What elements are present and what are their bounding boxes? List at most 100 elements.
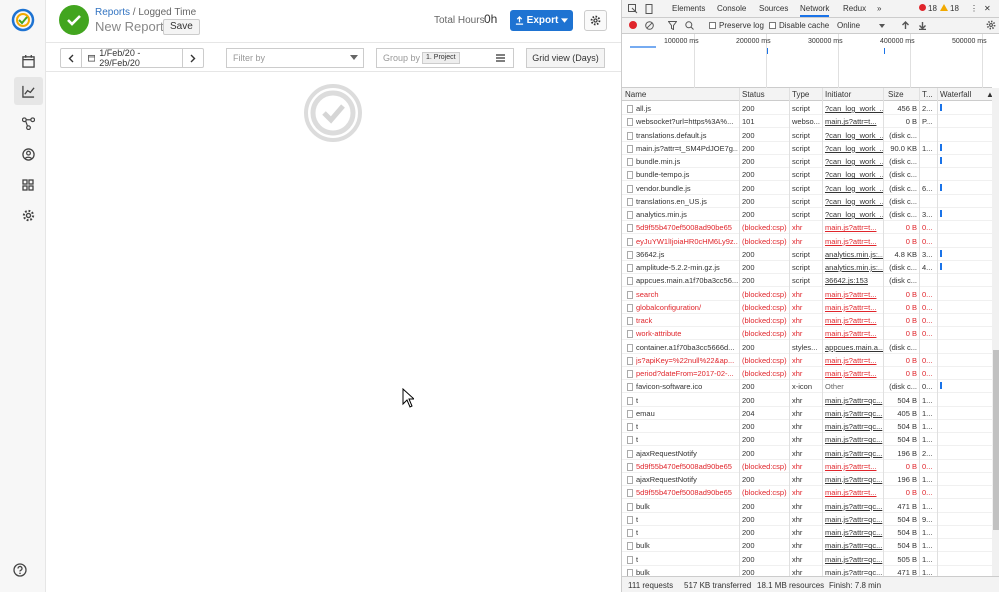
cell-initiator[interactable]: main.js?attr=t... [825, 117, 883, 126]
sidebar-item-people[interactable] [13, 140, 43, 168]
scrollbar-thumb[interactable] [993, 350, 999, 530]
column-waterfall[interactable]: Waterfall [940, 90, 971, 99]
column-name[interactable]: Name [625, 90, 646, 99]
cell-initiator[interactable]: ?can_log_work_... [825, 157, 883, 166]
devtools-menu-button[interactable]: ⋮ [970, 4, 978, 13]
app-logo-icon[interactable] [11, 8, 35, 32]
cell-name: container.a1f70ba3cc5666d... [636, 342, 735, 352]
tab-network[interactable]: Network [800, 4, 830, 17]
date-range-field[interactable]: 1/Feb/20 - 29/Feb/20 [81, 48, 183, 68]
error-count[interactable]: 18 [928, 4, 937, 13]
tab-redux[interactable]: Redux [843, 4, 866, 13]
record-icon[interactable] [629, 21, 637, 29]
filter-icon[interactable] [668, 21, 677, 30]
cell-initiator[interactable]: main.js?attr=qc... [825, 435, 883, 444]
cell-initiator[interactable]: main.js?attr=qc... [825, 409, 883, 418]
cell-initiator[interactable]: ?can_log_work_... [825, 210, 883, 219]
group-by-select[interactable]: Group by 1. Project [376, 48, 514, 68]
warning-count[interactable]: 18 [950, 4, 959, 13]
cell-initiator[interactable]: main.js?attr=t... [825, 329, 883, 338]
tab-sources[interactable]: Sources [759, 4, 788, 13]
throttling-select[interactable]: Online [837, 21, 860, 30]
export-har-icon[interactable] [918, 21, 927, 30]
column-status[interactable]: Status [742, 90, 765, 99]
sidebar-item-apps[interactable] [13, 171, 43, 199]
preserve-log-checkbox[interactable] [709, 22, 716, 29]
clear-icon[interactable] [645, 21, 654, 30]
disable-cache-checkbox[interactable] [769, 22, 776, 29]
cell-type: xhr [792, 329, 803, 339]
save-button[interactable]: Save [163, 19, 200, 35]
column-type[interactable]: Type [792, 90, 809, 99]
cell-initiator[interactable]: main.js?attr=t... [825, 316, 883, 325]
tab-elements[interactable]: Elements [672, 4, 705, 13]
cell-initiator[interactable]: main.js?attr=qc... [825, 422, 883, 431]
cell-initiator[interactable]: main.js?attr=t... [825, 356, 883, 365]
column-time[interactable]: T... [922, 90, 933, 99]
cell-initiator[interactable]: ?can_log_work_... [825, 184, 883, 193]
table-scrollbar[interactable] [992, 88, 999, 576]
grid-view-button[interactable]: Grid view (Days) [526, 48, 605, 68]
cell-initiator[interactable]: main.js?attr=t... [825, 303, 883, 312]
cell-initiator[interactable]: analytics.min.js:... [825, 250, 883, 259]
report-settings-button[interactable] [584, 10, 607, 31]
sidebar-item-planning[interactable] [13, 109, 43, 137]
cell-initiator[interactable]: main.js?attr=t... [825, 290, 883, 299]
inspect-element-icon[interactable] [628, 4, 638, 14]
cell-name: t [636, 514, 639, 524]
cell-type: xhr [792, 422, 803, 431]
hamburger-icon[interactable] [496, 54, 505, 62]
cell-initiator[interactable]: main.js?attr=t... [825, 223, 883, 232]
cell-size: 471 B [897, 501, 917, 511]
cell-initiator[interactable]: appcues.main.a... [825, 343, 883, 352]
cell-initiator[interactable]: main.js?attr=qc... [825, 396, 883, 405]
cell-type: script [792, 249, 810, 259]
cell-initiator[interactable]: ?can_log_work_... [825, 144, 883, 153]
cell-initiator[interactable]: main.js?attr=qc... [825, 502, 883, 511]
previous-period-button[interactable] [61, 49, 81, 67]
tab-console[interactable]: Console [717, 4, 746, 13]
import-har-icon[interactable] [901, 21, 910, 30]
cell-initiator[interactable]: ?can_log_work_... [825, 197, 883, 206]
gear-icon [22, 209, 34, 221]
close-icon[interactable]: ✕ [984, 4, 991, 13]
cell-initiator[interactable]: main.js?attr=qc... [825, 528, 883, 537]
cell-initiator[interactable]: ?can_log_work_... [825, 170, 883, 179]
sidebar-item-settings[interactable] [13, 201, 43, 229]
export-button[interactable]: Export [510, 10, 573, 31]
cell-initiator[interactable]: main.js?attr=qc... [825, 515, 883, 524]
cell-initiator[interactable]: main.js?attr=t... [825, 462, 883, 471]
more-tabs-button[interactable]: » [877, 4, 881, 13]
file-icon [627, 502, 633, 511]
cell-initiator[interactable]: main.js?attr=qc... [825, 449, 883, 458]
filter-by-select[interactable]: Filter by [226, 48, 364, 68]
cell-type: script [792, 196, 810, 206]
network-settings-icon[interactable] [986, 20, 996, 30]
search-icon[interactable] [685, 21, 694, 30]
column-initiator[interactable]: Initiator [825, 90, 851, 99]
cell-type: xhr [792, 501, 803, 511]
device-toolbar-icon[interactable] [644, 4, 654, 14]
cell-initiator[interactable]: ?can_log_work_... [825, 104, 883, 113]
breadcrumb-reports-link[interactable]: Reports [95, 7, 130, 18]
next-period-button[interactable] [183, 49, 203, 67]
network-overview[interactable]: 100000 ms 200000 ms 300000 ms 400000 ms … [622, 34, 992, 88]
cell-initiator[interactable]: analytics.min.js:... [825, 263, 883, 272]
cell-initiator[interactable]: main.js?attr=t... [825, 369, 883, 378]
cell-initiator[interactable]: main.js?attr=t... [825, 488, 883, 497]
cell-initiator[interactable]: main.js?attr=t... [825, 237, 883, 246]
file-icon [627, 542, 633, 551]
cell-initiator[interactable]: main.js?attr=qc... [825, 555, 883, 564]
column-size[interactable]: Size [888, 90, 904, 99]
group-by-tag[interactable]: 1. Project [422, 52, 460, 64]
cell-initiator[interactable]: main.js?attr=qc... [825, 541, 883, 550]
report-title[interactable]: New Report [95, 19, 164, 34]
file-icon [627, 171, 633, 180]
help-button[interactable] [13, 563, 27, 582]
sidebar-item-reports[interactable] [14, 77, 43, 105]
cell-initiator[interactable]: 36642.js:153 [825, 276, 883, 285]
cell-initiator[interactable]: main.js?attr=qc... [825, 475, 883, 484]
cell-name: vendor.bundle.js [636, 183, 691, 193]
cell-initiator[interactable]: ?can_log_work_... [825, 131, 883, 140]
sidebar-item-calendar[interactable] [13, 47, 43, 75]
